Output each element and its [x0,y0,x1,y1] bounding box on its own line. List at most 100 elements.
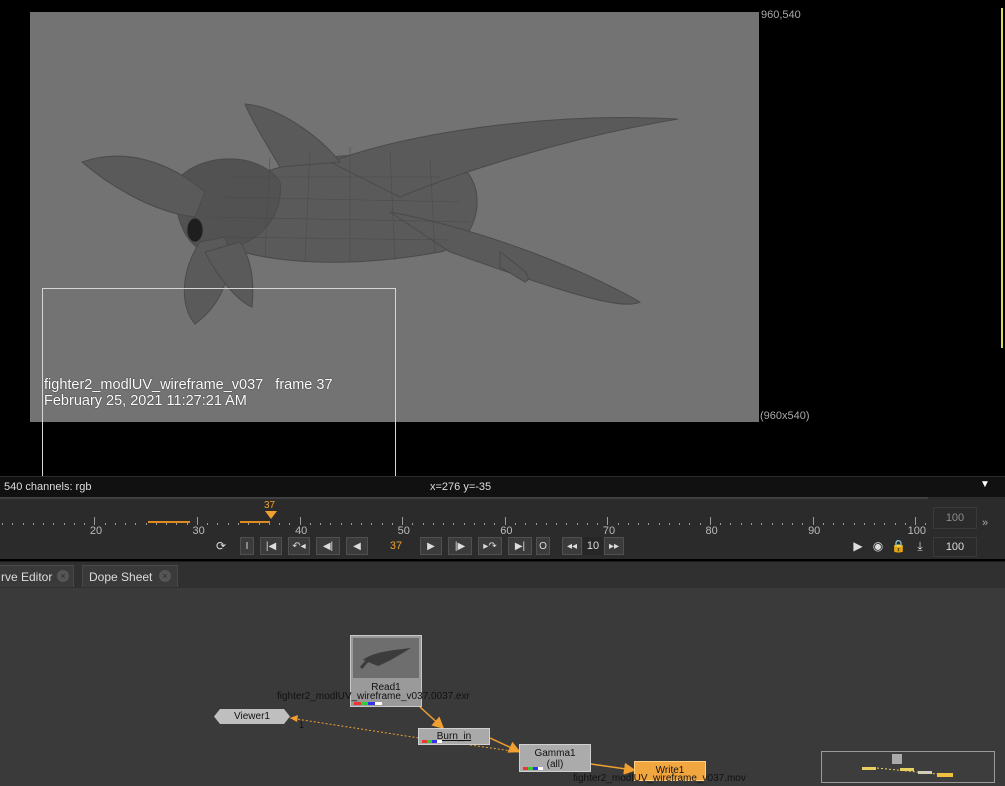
frame-increment-field[interactable]: 10 [583,537,603,555]
read-node-filename: fighter2_modlUV_wireframe_v037.0037.exr [277,691,470,702]
ruler-tick [761,523,763,525]
ruler-tick [166,523,168,525]
ruler-tick [84,523,86,525]
viewer-panel[interactable]: 960,540 (960x540) fighter2_modlUV_wirefr… [0,0,1005,479]
ruler-tick [894,523,896,525]
skip-back-increment-button[interactable]: ◂◂ [562,537,582,555]
ruler-tick [125,523,127,525]
ruler-tick [720,523,722,525]
close-icon[interactable]: × [57,570,69,582]
ruler-tick [833,523,835,525]
global-last-frame-field[interactable]: 100 [933,507,977,529]
viewer-input-number: 1 [299,720,305,730]
channel-indicator [422,740,442,743]
first-frame-button[interactable]: |◀ [260,537,282,555]
ruler-tick [473,523,475,525]
ruler-tick [12,523,14,525]
ruler-tick [699,523,701,525]
ruler-tick [279,523,281,525]
play-forward-button[interactable]: ▶ [420,537,442,555]
panel-tab-bar: rve Editor × Dope Sheet × [0,561,1005,588]
cached-frames-indicator [240,521,270,523]
export-icon[interactable]: ⤓ [913,539,927,553]
ruler-tick-label: 100 [907,525,926,537]
playhead-icon[interactable] [265,511,277,519]
ruler-tick-label: 70 [602,525,616,537]
prev-keyframe-button[interactable]: ↶◂ [288,537,310,555]
tab-label: Dope Sheet [89,570,153,584]
next-keyframe-button[interactable]: ▸↷ [478,537,502,555]
ruler-tick [237,523,239,525]
collapse-double-chevron-icon[interactable]: » [982,517,988,529]
ruler-tick-label: 80 [705,525,718,537]
ruler-tick [576,523,578,525]
node-graph[interactable]: Read1 fighter2_modlUV_wireframe_v037.003… [0,588,1005,786]
close-icon[interactable]: × [159,570,171,582]
ruler-tick [638,523,640,525]
burn-in-node[interactable]: Burn_in [418,728,490,745]
playback-mode-icon[interactable]: ⟳ [214,539,228,553]
ruler-tick [853,523,855,525]
ruler-tick-label: 30 [192,525,205,537]
set-out-point-button[interactable]: O [536,537,550,555]
set-in-point-button[interactable]: I [240,537,254,555]
tab-label: rve Editor [1,570,53,584]
prev-frame-button[interactable]: ◀| [316,537,340,555]
tab-curve-editor[interactable]: rve Editor × [0,565,74,587]
last-frame-button[interactable]: ▶| [508,537,532,555]
format-label-bottom-right: (960x540) [760,410,810,422]
current-frame-field[interactable]: 37 [378,537,414,555]
ruler-tick [750,523,752,525]
dropdown-arrow-icon[interactable]: ▼ [980,479,990,490]
play-backward-button[interactable]: ◀ [346,537,368,555]
ruler-tick [43,523,45,525]
ruler-tick [709,517,711,525]
gamma-node[interactable]: Gamma1 (all) [519,744,591,772]
ruler-tick [545,523,547,525]
ruler-tick [586,523,588,525]
ruler-tick [2,523,3,525]
read-thumbnail [353,638,419,678]
ruler-tick [740,523,742,525]
ruler-tick [689,523,691,525]
ruler-tick [453,523,455,525]
ruler-tick [617,523,619,525]
ruler-tick [135,523,137,525]
last-frame-field[interactable]: 100 [933,537,977,557]
ruler-tick [227,523,229,525]
ruler-tick [186,523,188,525]
ruler-tick [781,523,783,525]
viewer-info-bar: 540 channels: rgb x=276 y=-35 ▼ [0,476,1005,497]
ruler-tick [268,523,270,525]
flipbook-icon[interactable]: ▶ [851,539,865,553]
tab-dope-sheet[interactable]: Dope Sheet × [82,565,178,587]
ruler-tick [535,523,537,525]
ruler-tick [309,523,311,525]
ruler-tick [494,523,496,525]
next-frame-button[interactable]: |▶ [448,537,472,555]
frame-ruler[interactable]: 20 30 40 50 60 70 80 90 100 [0,497,928,537]
ruler-tick [371,523,373,525]
write-node-filename: fighter2_modlUV_wireframe_v037.mov [573,773,746,784]
ruler-tick [22,523,24,525]
ruler-tick [812,517,814,525]
ruler-tick [330,523,332,525]
skip-forward-increment-button[interactable]: ▸▸ [604,537,624,555]
ruler-tick-label: 60 [500,525,513,537]
ruler-tick [361,523,363,525]
ruler-tick [679,523,681,525]
lock-icon[interactable]: 🔒 [891,539,906,553]
ruler-tick [874,523,876,525]
ruler-tick [843,523,845,525]
ruler-tick [484,523,486,525]
ruler-tick [432,523,434,525]
ruler-tick [463,523,465,525]
ruler-tick [627,523,629,525]
ruler-tick [32,523,34,525]
node-graph-minimap[interactable] [821,751,995,783]
ruler-tick-label: 50 [397,525,410,537]
viewer-node[interactable]: Viewer1 [214,709,290,724]
ruler-tick [176,523,178,525]
snapshot-icon[interactable]: ◉ [871,539,885,553]
ruler-tick [730,523,732,525]
